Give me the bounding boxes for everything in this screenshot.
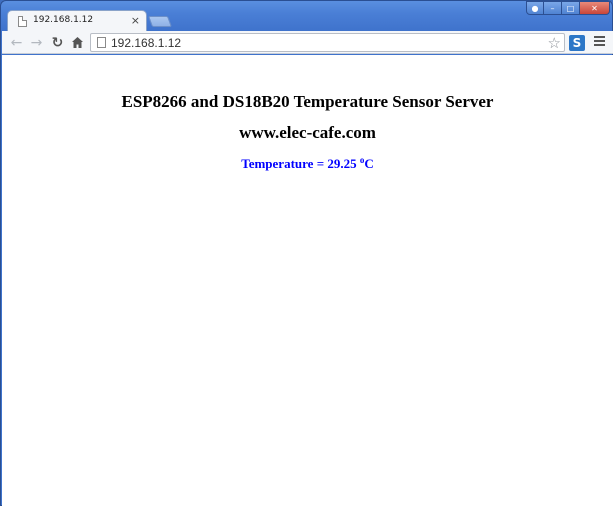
tab-title: 192.168.1.12 [33,15,94,25]
browser-window: 192.168.1.12 × ● – □ ✕ ← → ↻ 192.168.1.1… [0,0,613,506]
page-heading: ESP8266 and DS18B20 Temperature Sensor S… [121,92,494,111]
reload-icon[interactable]: ↻ [49,34,66,51]
bookmark-star-icon[interactable]: ☆ [548,34,561,52]
new-tab-button[interactable] [147,16,173,27]
page-content: ESP8266 and DS18B20 Temperature Sensor S… [2,55,613,506]
maximize-button[interactable]: □ [561,1,580,15]
window-controls: ● – □ ✕ [526,1,610,15]
temperature-label: Temperature = 29.25 [241,156,360,171]
close-button[interactable]: ✕ [579,1,610,15]
page-icon [18,16,27,27]
menu-icon[interactable] [594,36,605,48]
toolbar: ← → ↻ 192.168.1.12 ☆ S [2,31,613,54]
temperature-reading: Temperature = 29.25 oC [2,155,613,172]
minimize-button[interactable]: – [543,1,562,15]
page-icon [97,37,106,48]
forward-arrow-icon[interactable]: → [28,34,45,51]
back-arrow-icon[interactable]: ← [8,34,25,51]
extension-icon[interactable]: S [569,35,585,51]
tab-active[interactable]: 192.168.1.12 × [7,10,147,32]
home-icon[interactable] [69,34,86,51]
user-icon[interactable]: ● [526,1,544,15]
site-url: www.elec-cafe.com [239,123,376,142]
address-bar[interactable]: 192.168.1.12 ☆ [90,33,565,52]
url-text[interactable]: 192.168.1.12 [111,36,181,50]
tab-strip: 192.168.1.12 × ● – □ ✕ [1,1,613,32]
tab-close-button[interactable]: × [131,14,140,27]
temperature-unit: C [364,156,374,171]
